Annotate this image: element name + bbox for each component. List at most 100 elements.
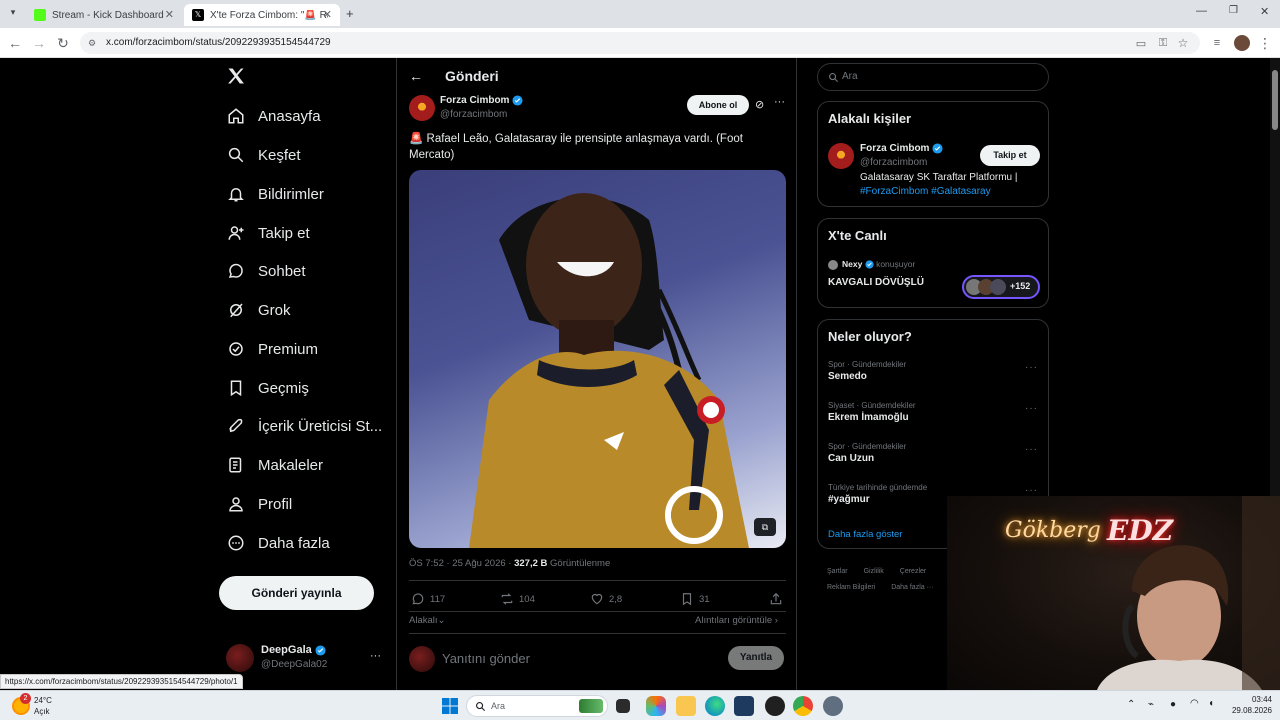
person-hashtags[interactable]: #ForzaCimbom #Galatasaray [860, 186, 991, 197]
x-favicon-icon: 𝕏 [192, 9, 204, 21]
nav-label: Daha fazla [258, 534, 330, 552]
back-icon[interactable]: ← [6, 34, 24, 52]
post-button[interactable]: Gönderi yayınla [219, 576, 374, 610]
nav-grok[interactable]: Grok [226, 296, 291, 324]
nav-articles[interactable]: Makaleler [226, 451, 323, 479]
install-icon[interactable]: ▭ [1132, 34, 1150, 52]
site-info-icon[interactable]: ⚙ [88, 32, 96, 54]
bookmark-star-icon[interactable]: ☆ [1174, 34, 1192, 52]
nav-chat[interactable]: Sohbet [226, 257, 306, 285]
nav-follow[interactable]: Takip et [226, 219, 310, 247]
nav-explore[interactable]: Keşfet [226, 141, 301, 169]
space-title[interactable]: KAVGALI DÖVÜŞLÜ [828, 277, 924, 288]
grok-icon[interactable]: ⊘ [755, 98, 764, 111]
grok-icon [226, 300, 246, 320]
nav-home[interactable]: Anasayfa [226, 102, 321, 130]
show-more-link[interactable]: Daha fazla göster [828, 529, 902, 540]
browser-menu-icon[interactable]: ⋮ [1256, 34, 1274, 52]
profile-avatar[interactable] [1234, 35, 1250, 51]
reply-action[interactable]: 117 [411, 592, 445, 606]
subscribe-button[interactable]: Abone ol [687, 95, 749, 115]
clock[interactable]: 03:44 29.08.2026 [1226, 694, 1272, 716]
microphone-icon[interactable]: ● [1170, 699, 1176, 710]
person-name[interactable]: Forza Cimbom [860, 143, 929, 154]
footer-privacy[interactable]: Gizlilik [864, 568, 884, 575]
settings-gear-icon[interactable] [823, 696, 843, 716]
chrome-icon[interactable] [793, 696, 813, 716]
edge-icon[interactable] [705, 696, 725, 716]
close-tab-icon[interactable]: ✕ [323, 8, 332, 21]
tab-kick-dashboard[interactable]: Stream - Kick Dashboard ✕ [26, 4, 182, 26]
trend-more-icon[interactable]: ··· [1025, 485, 1038, 496]
footer-ads[interactable]: Reklam Bilgileri [827, 584, 875, 591]
trend-more-icon[interactable]: ··· [1025, 403, 1038, 414]
close-window-icon[interactable]: ✕ [1260, 5, 1269, 18]
minimize-icon[interactable]: — [1196, 5, 1207, 17]
divider [409, 580, 786, 581]
reading-list-icon[interactable]: ≡ [1208, 34, 1226, 52]
obs-icon[interactable] [765, 696, 785, 716]
task-view-icon[interactable] [616, 699, 630, 713]
trend-item[interactable]: Spor · Gündemdekiler Can Uzun ··· [828, 442, 1038, 474]
tab-list-icon[interactable]: ▾ [6, 7, 20, 21]
person-avatar[interactable] [828, 143, 854, 169]
volume-icon[interactable]: ◖ [1208, 698, 1214, 709]
sort-relevant-dropdown[interactable]: Alakalı⌄ [409, 615, 445, 626]
taskbar-search[interactable]: Ara [466, 695, 608, 717]
close-tab-icon[interactable]: ✕ [165, 8, 174, 21]
reply-input[interactable]: Yanıtını gönder [442, 651, 530, 666]
like-action[interactable]: 2,8 [590, 592, 622, 606]
footer-cookies[interactable]: Çerezler [900, 568, 926, 575]
nav-premium[interactable]: Premium [226, 335, 318, 363]
weather-widget[interactable]: 2 24°C Açık [12, 693, 72, 719]
tweet-time[interactable]: ÖS 7:52 · 25 Ağu 2026 · [409, 558, 514, 569]
tweet-more-icon[interactable]: ··· [774, 96, 785, 108]
copilot-icon[interactable] [646, 696, 666, 716]
listeners-pill[interactable]: +152 [962, 275, 1040, 299]
author-avatar[interactable] [409, 95, 435, 121]
footer-more[interactable]: Daha fazla ··· [891, 584, 933, 591]
trend-more-icon[interactable]: ··· [1025, 444, 1038, 455]
windows-start-icon[interactable] [440, 696, 460, 716]
footer-terms[interactable]: Şartlar [827, 568, 848, 575]
view-quotes-link[interactable]: Alıntıları görüntüle › [695, 615, 778, 626]
follow-button[interactable]: Takip et [980, 145, 1040, 166]
address-bar[interactable]: ⚙ x.com/forzacimbom/status/2092293935154… [80, 32, 1200, 54]
nav-more[interactable]: Daha fazla [226, 529, 330, 557]
new-tab-icon[interactable]: + [346, 6, 354, 21]
trend-category: Spor · Gündemdekiler [828, 442, 907, 451]
password-key-icon[interactable]: ⚿ [1154, 34, 1172, 52]
trend-item[interactable]: Spor · Gündemdekiler Semedo ··· [828, 360, 1038, 392]
wifi-icon[interactable]: ◠ [1190, 698, 1199, 709]
tab-x-post[interactable]: 𝕏 X'te Forza Cimbom: "🚨 Rafael ✕ [184, 4, 340, 26]
trend-item[interactable]: Siyaset · Gündemdekiler Ekrem İmamoğlu ·… [828, 401, 1038, 433]
back-arrow-icon[interactable]: ← [409, 68, 423, 84]
author-handle[interactable]: @forzacimbom [440, 109, 507, 120]
network-icon[interactable]: ⌁ [1148, 699, 1154, 710]
nav-notifications[interactable]: Bildirimler [226, 180, 324, 208]
trend-more-icon[interactable]: ··· [1025, 362, 1038, 373]
host-name[interactable]: Nexy [842, 259, 862, 269]
nav-creator-studio[interactable]: İçerik Üreticisi St... [226, 412, 382, 440]
bookmark-action[interactable]: 31 [680, 592, 710, 606]
author-name[interactable]: Forza Cimbom [440, 95, 509, 106]
reply-button[interactable]: Yanıtla [728, 646, 784, 670]
scrollbar-thumb[interactable] [1272, 70, 1278, 130]
maximize-icon[interactable]: ❐ [1229, 5, 1238, 16]
account-switcher[interactable]: DeepGala @DeepGala02 ··· [226, 642, 386, 674]
reload-icon[interactable]: ↻ [54, 34, 72, 52]
file-explorer-icon[interactable] [676, 696, 696, 716]
search-input[interactable]: Ara [817, 63, 1049, 91]
account-more-icon[interactable]: ··· [370, 650, 381, 662]
store-icon[interactable] [734, 696, 754, 716]
retweet-count: 104 [519, 593, 535, 605]
nav-profile[interactable]: Profil [226, 490, 292, 518]
alt-text-icon[interactable]: ⧉ [754, 518, 776, 536]
forward-icon[interactable]: → [30, 34, 48, 52]
tray-chevron-icon[interactable]: ⌃ [1127, 699, 1135, 710]
share-icon[interactable] [769, 592, 783, 606]
x-logo-icon[interactable] [226, 66, 248, 88]
tweet-photo[interactable]: ⧉ [409, 170, 786, 548]
nav-history[interactable]: Geçmiş [226, 374, 309, 402]
retweet-action[interactable]: 104 [500, 592, 535, 606]
